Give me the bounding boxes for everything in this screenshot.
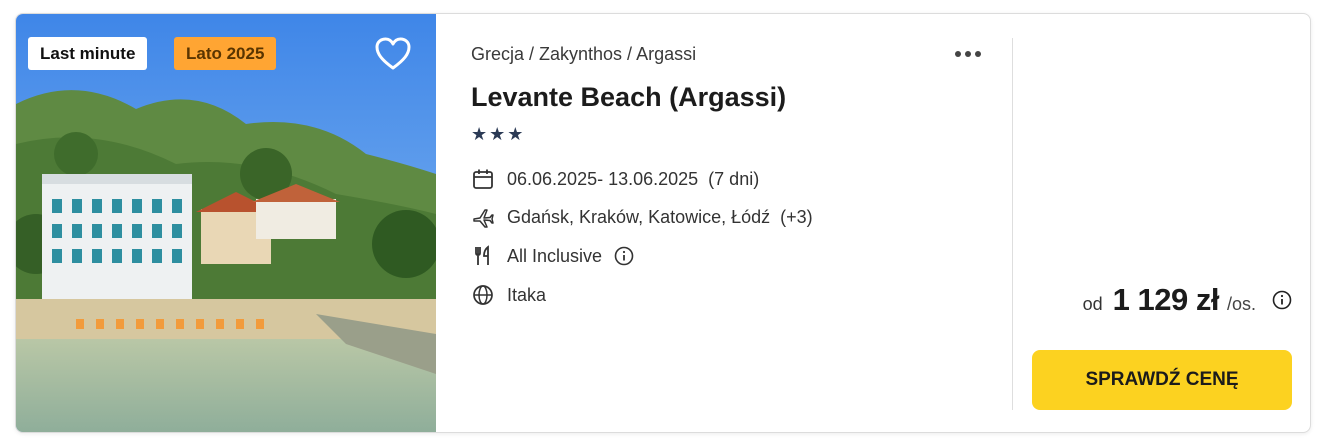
globe-icon <box>471 283 495 307</box>
dates-row: 06.06.2025- 13.06.2025 (7 dni) <box>471 166 759 192</box>
price-per-label: /os. <box>1226 294 1256 314</box>
departures-text: Gdańsk, Kraków, Katowice, Łódź <box>507 206 771 227</box>
departures-more[interactable]: (+3) <box>780 207 813 228</box>
dates-text: 06.06.2025- 13.06.2025 <box>507 168 699 189</box>
offer-card[interactable]: Last minute Lato 2025 Grecja / Zakynthos… <box>15 13 1311 433</box>
offer-details: Grecja / Zakynthos / Argassi Levante Bea… <box>471 14 1011 432</box>
last-minute-badge: Last minute <box>28 37 148 70</box>
cutlery-icon <box>471 244 495 268</box>
more-options-button[interactable] <box>955 44 991 64</box>
board-text: All Inclusive <box>507 245 603 266</box>
hotel-title[interactable]: Levante Beach (Argassi) <box>471 82 786 113</box>
hotel-stars: ★★★ <box>471 124 526 144</box>
operator-text: Itaka <box>507 284 547 305</box>
departures-row: Gdańsk, Kraków, Katowice, Łódź (+3) <box>471 204 813 230</box>
more-dots-icon <box>955 51 961 57</box>
info-icon[interactable] <box>1272 290 1292 310</box>
duration-text: (7 dni) <box>708 168 760 189</box>
breadcrumb[interactable]: Grecja / Zakynthos / Argassi <box>471 44 696 65</box>
operator-row: Itaka <box>471 282 546 308</box>
board-row: All Inclusive <box>471 243 634 269</box>
info-icon[interactable] <box>614 246 634 266</box>
check-price-button[interactable]: SPRAWDŹ CENĘ <box>1032 350 1292 410</box>
price-amount: 1 129 zł <box>1112 282 1220 317</box>
hotel-photo[interactable]: Last minute Lato 2025 <box>16 14 436 432</box>
plane-icon <box>471 205 495 229</box>
season-badge: Lato 2025 <box>174 37 277 70</box>
heart-icon <box>375 37 411 70</box>
favorite-button[interactable] <box>374 36 412 72</box>
price-from-label: od <box>1082 294 1103 314</box>
price-block: od 1 129 zł /os. <box>1083 282 1292 318</box>
calendar-icon <box>471 167 495 191</box>
divider <box>1012 38 1013 410</box>
